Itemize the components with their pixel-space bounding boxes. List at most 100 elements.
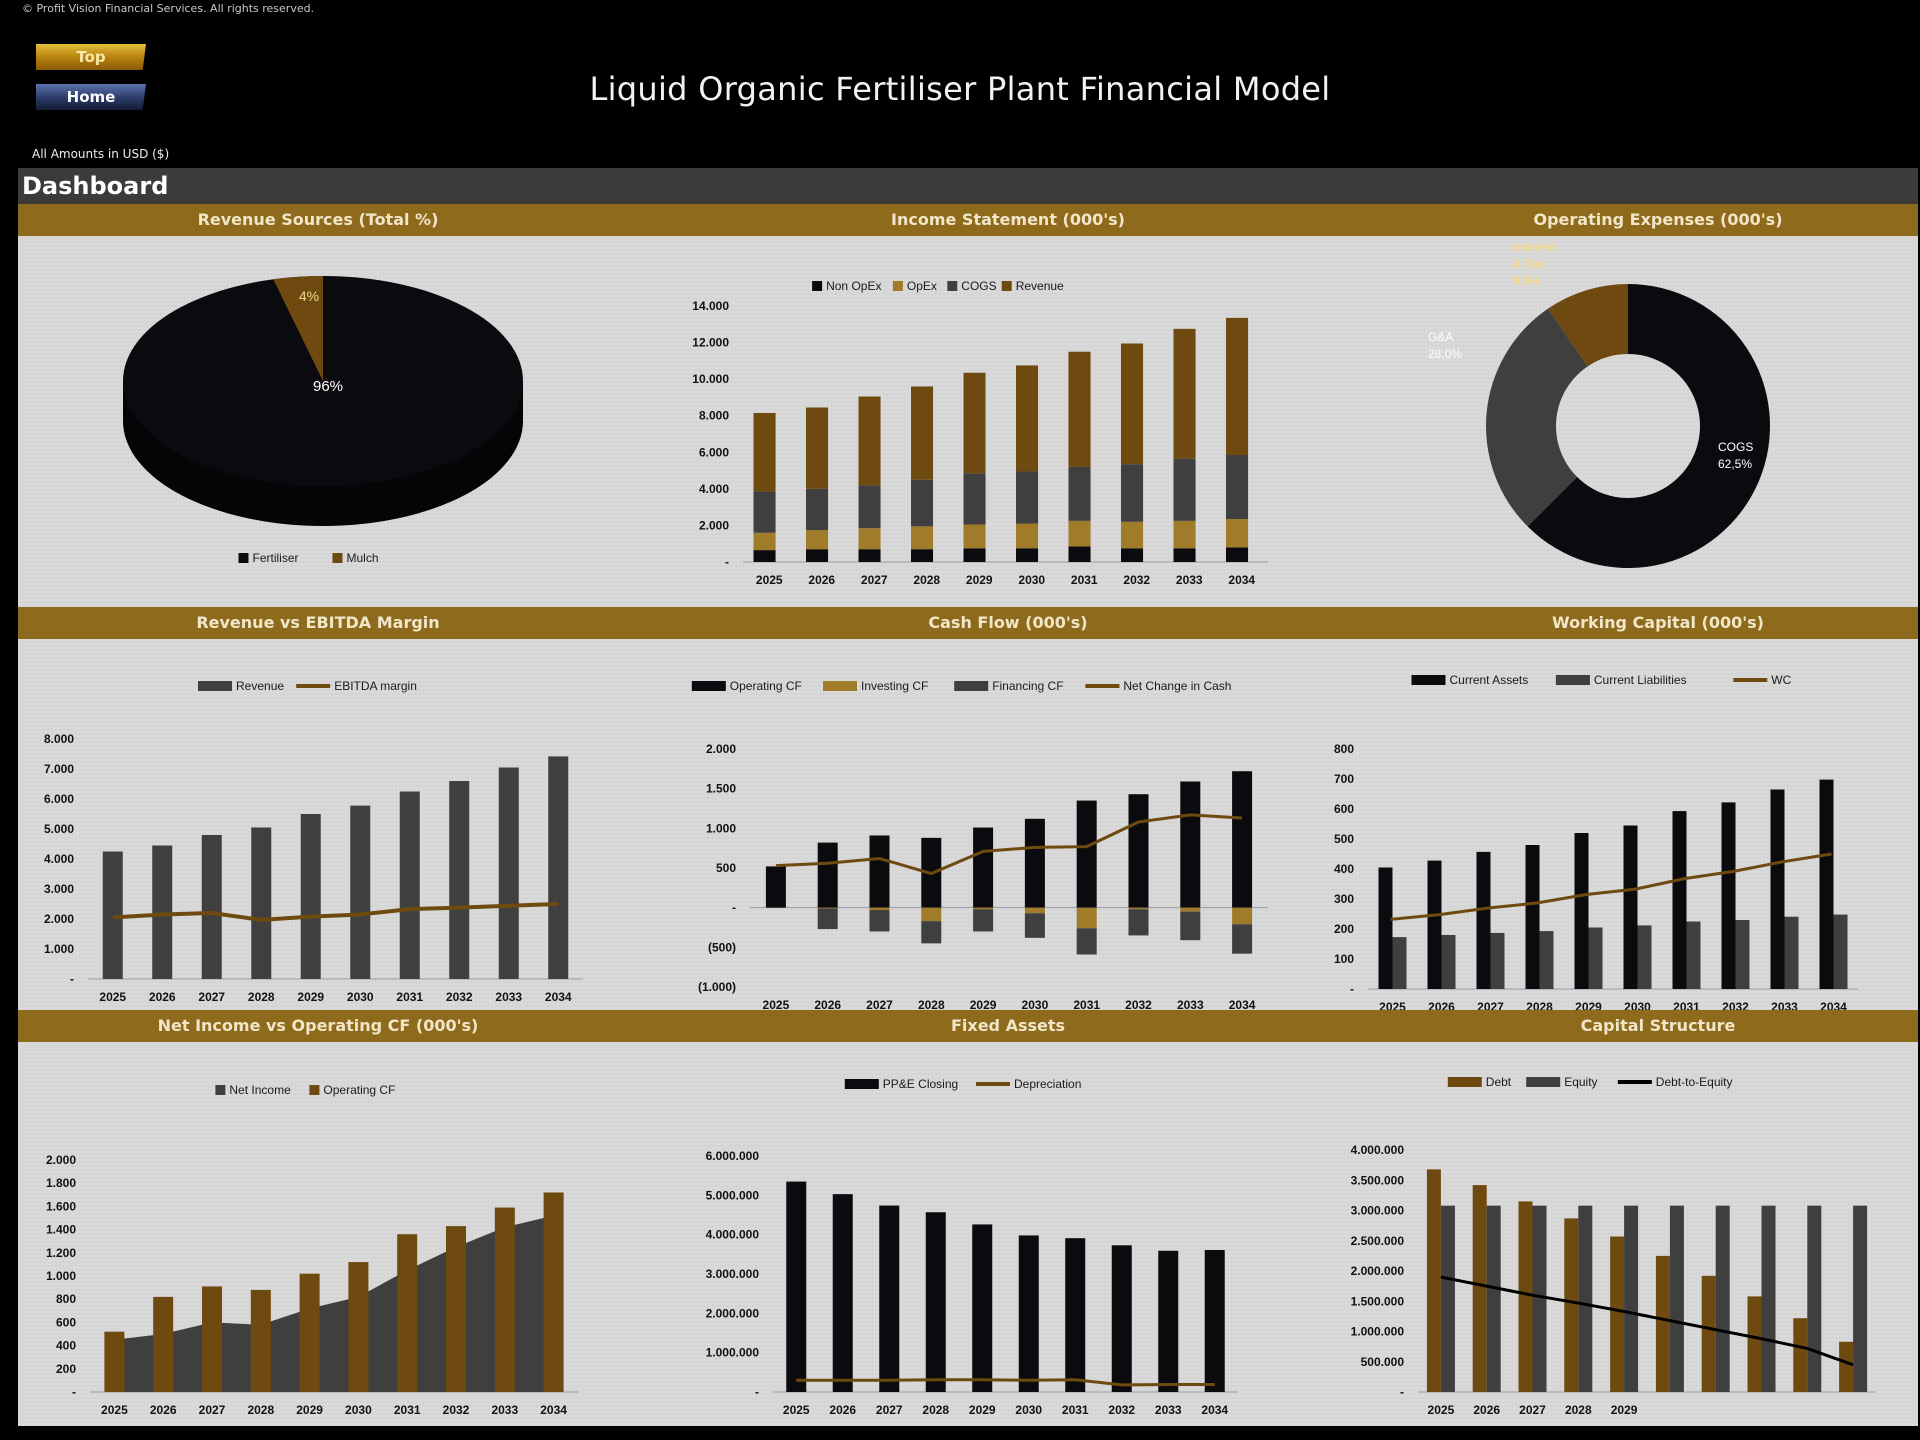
- legend-label-current-assets: Current Assets: [1450, 673, 1529, 687]
- x-tick-label: 2026: [808, 573, 835, 587]
- capital-structure-chart: - 500.000 1.000.000 1.500.000 2.000.000 2.500…: [1351, 1075, 1876, 1417]
- bar-opex-2032: [1121, 521, 1144, 549]
- y-tick-label: 3.000.000: [706, 1267, 760, 1281]
- x-tick-label: 2029: [296, 1403, 323, 1417]
- y-tick-label: 6.000: [699, 445, 729, 459]
- chart-title-revenue-sources: Revenue Sources (Total %): [197, 210, 439, 229]
- bar-debt-1: [1472, 1185, 1487, 1392]
- bar-cogs-2033: [1173, 458, 1196, 521]
- y-tick-label: 5.000: [44, 822, 74, 836]
- legend-swatch-fertiliser: [238, 553, 249, 563]
- bar-equity-9: [1853, 1205, 1868, 1392]
- y-tick-label: 100: [1334, 952, 1354, 966]
- currency-note: All Amounts in USD ($): [32, 147, 170, 161]
- bar-operating-cf-2027: [202, 1286, 222, 1392]
- y-tick-label: 3.500.000: [1351, 1173, 1405, 1187]
- x-tick-label: 2028: [248, 990, 275, 1004]
- bar-cogs-2026: [806, 488, 829, 530]
- bar-operating-cf-2031: [1076, 800, 1097, 908]
- bar-investing-cf-2031: [1076, 907, 1097, 929]
- y-tick-label: 1.000.000: [1351, 1325, 1405, 1339]
- chart-title-capital-structure: Capital Structure: [1580, 1016, 1736, 1035]
- area-net-income: [114, 1215, 554, 1392]
- x-tick-label: 2034: [1201, 1403, 1228, 1417]
- bar-cogs-2029: [963, 473, 986, 525]
- bar-operating-cf-2034: [543, 1192, 564, 1392]
- bar-financing-cf-2032: [1128, 909, 1149, 936]
- y-tick-label: -: [72, 1385, 76, 1399]
- x-tick-label: 2026: [1428, 1000, 1455, 1010]
- bar-investing-cf-2029: [973, 907, 994, 910]
- chart-title-income-statement: Income Statement (000's): [891, 210, 1125, 229]
- legend-label-revenue: Revenue: [1016, 279, 1064, 293]
- x-tick-label: 2025: [1379, 1000, 1406, 1010]
- x-tick-label: 2028: [913, 573, 940, 587]
- bar-investing-cf-2030: [1024, 907, 1045, 914]
- bar-operating-cf-2030: [1024, 818, 1045, 908]
- legend-swatch-current-assets: [1411, 675, 1446, 685]
- legend-label-opex: OpEx: [907, 279, 937, 293]
- top-button[interactable]: Top: [36, 44, 146, 70]
- legend-swatch-non-opex: [812, 281, 823, 291]
- bar-current-liabilities-2031: [1686, 921, 1701, 989]
- bar-operating-cf-2032: [446, 1226, 466, 1392]
- chart-title-revenue-ebitda: Revenue vs EBITDA Margin: [196, 613, 440, 632]
- x-tick-label: 2029: [966, 573, 993, 587]
- y-tick-label: -: [732, 901, 736, 915]
- x-tick-label: 2026: [1473, 1403, 1500, 1417]
- bar-debt-3: [1564, 1218, 1579, 1392]
- legend-label-debt-to-equity: Debt-to-Equity: [1656, 1075, 1733, 1089]
- x-tick-label: 2029: [1611, 1403, 1638, 1417]
- page-title: Liquid Organic Fertiliser Plant Financia…: [589, 70, 1331, 108]
- bar-revenue-2033: [1173, 328, 1196, 459]
- bar-revenue-2027: [201, 835, 222, 979]
- bar-current-liabilities-2027: [1490, 932, 1505, 989]
- donut-label-cogs: COGS: [1718, 440, 1753, 454]
- y-tick-label: -: [1400, 1385, 1404, 1399]
- data-label-mulch: 4%: [299, 288, 319, 304]
- bar-revenue-2028: [251, 827, 272, 979]
- bar-financing-cf-2033: [1180, 911, 1201, 941]
- x-tick-label: 2033: [495, 990, 522, 1004]
- bar-opex-2031: [1068, 520, 1091, 547]
- x-tick-label: 2032: [1123, 573, 1150, 587]
- y-tick-label: 1.400: [46, 1223, 76, 1237]
- x-tick-label: 2030: [1624, 1000, 1651, 1010]
- working-capital-chart: - 100 200 300 400 500 600 700 800 2025 2026 2027 202…: [1334, 673, 1858, 1010]
- bar-current-liabilities-2033: [1784, 916, 1799, 989]
- bar-current-liabilities-2028: [1539, 931, 1554, 989]
- legend-swatch-current-liabilities: [1555, 675, 1590, 685]
- x-tick-label: 2027: [866, 998, 893, 1010]
- bar-operating-cf-2025: [765, 866, 786, 908]
- bar-equity-3: [1578, 1205, 1593, 1392]
- x-tick-label: 2031: [1071, 573, 1098, 587]
- bar-equity-2: [1532, 1205, 1547, 1392]
- legend-label-current-liabilities: Current Liabilities: [1594, 673, 1687, 687]
- bar-revenue-2030: [350, 805, 371, 979]
- y-tick-label: (500): [708, 940, 736, 954]
- bar-operating-cf-2033: [1180, 781, 1201, 908]
- x-tick-label: 2027: [1519, 1403, 1546, 1417]
- bar-debt-8: [1793, 1318, 1808, 1392]
- y-tick-label: 700: [1334, 772, 1354, 786]
- bar-operating-cf-2028: [250, 1289, 271, 1392]
- donut-label-interest-tax: Interest: [1513, 240, 1556, 254]
- bar-ppe-closing-2025: [786, 1181, 807, 1392]
- bar-debt-9: [1839, 1341, 1854, 1392]
- net-income-ocf-chart: - 200 400 600 800 1.000 1.200 1.400 1.600 1.800 2.…: [46, 1083, 578, 1417]
- legend-label-revenue: Revenue: [236, 679, 284, 693]
- legend-swatch-revenue: [1001, 281, 1012, 291]
- legend-label-net-change-in-cash: Net Change in Cash: [1123, 679, 1231, 693]
- bar-non-opex-2029: [963, 548, 986, 562]
- bar-ppe-closing-2028: [925, 1212, 946, 1392]
- legend-swatch-mulch: [332, 553, 343, 563]
- y-tick-label: 400: [56, 1339, 76, 1353]
- line-ebitda-margin: [112, 902, 559, 922]
- bar-revenue-2034: [548, 756, 569, 979]
- y-tick-label: 2.000: [699, 518, 729, 532]
- legend-swatch-pp-e-closing: [844, 1079, 879, 1089]
- bar-revenue-2029: [300, 814, 321, 979]
- bar-ppe-closing-2033: [1158, 1250, 1179, 1392]
- x-tick-label: 2027: [199, 1403, 226, 1417]
- x-tick-label: 2031: [1673, 1000, 1700, 1010]
